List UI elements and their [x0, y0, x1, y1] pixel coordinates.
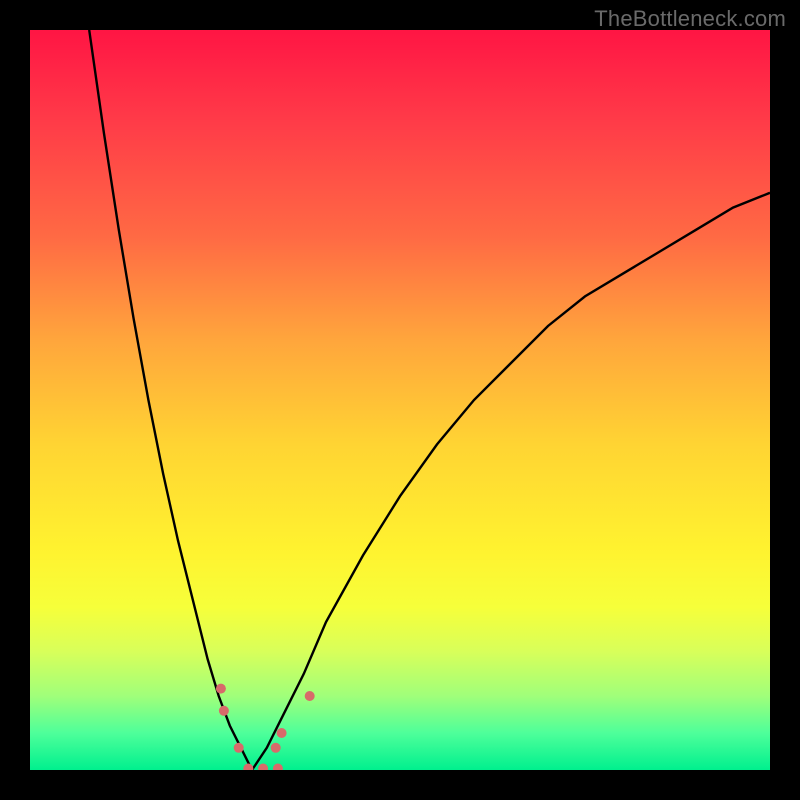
- data-point: [234, 743, 244, 753]
- chart-frame: TheBottleneck.com: [0, 0, 800, 800]
- right-curve: [252, 193, 770, 770]
- data-point: [273, 764, 283, 771]
- curve-layer: [30, 30, 770, 770]
- data-point: [258, 764, 268, 771]
- plot-area: [30, 30, 770, 770]
- data-point: [219, 706, 229, 716]
- data-point: [277, 728, 287, 738]
- left-curve: [89, 30, 252, 770]
- data-point: [243, 764, 253, 771]
- data-point: [271, 743, 281, 753]
- watermark-text: TheBottleneck.com: [594, 6, 786, 32]
- data-point: [305, 691, 315, 701]
- data-point: [216, 684, 226, 694]
